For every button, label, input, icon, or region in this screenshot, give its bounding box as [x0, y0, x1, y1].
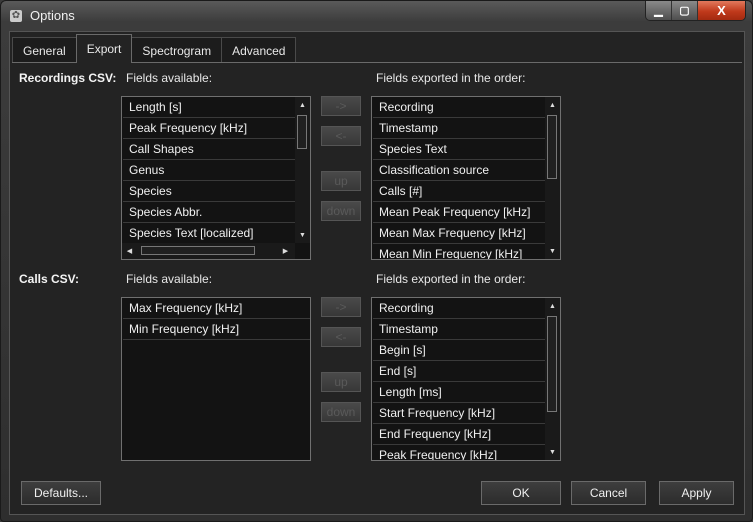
- list-item[interactable]: Mean Max Frequency [kHz]: [373, 223, 545, 244]
- apply-button[interactable]: Apply: [659, 481, 734, 505]
- vertical-scrollbar[interactable]: ▲ ▼: [545, 298, 560, 460]
- tab-spectrogram[interactable]: Spectrogram: [131, 37, 223, 63]
- list-item[interactable]: Calls [#]: [373, 181, 545, 202]
- client-area: General Export Spectrogram Advanced Reco…: [9, 31, 745, 515]
- calls-available-label: Fields available:: [126, 272, 213, 286]
- list-item[interactable]: Recording: [373, 97, 545, 118]
- scroll-down-icon[interactable]: ▼: [545, 243, 560, 259]
- tab-general[interactable]: General: [12, 37, 77, 63]
- scroll-thumb[interactable]: [547, 115, 557, 179]
- recordings-csv-label: Recordings CSV:: [19, 71, 117, 85]
- minimize-button[interactable]: ▁: [646, 1, 672, 20]
- list-item[interactable]: Length [ms]: [373, 382, 545, 403]
- scroll-up-icon[interactable]: ▲: [545, 298, 560, 314]
- recordings-exported-label: Fields exported in the order:: [376, 71, 526, 85]
- caption-buttons: ▁ ▢ X: [645, 1, 746, 21]
- scroll-left-icon[interactable]: ◀: [122, 243, 137, 259]
- list-item[interactable]: Classification source: [373, 160, 545, 181]
- cancel-button[interactable]: Cancel: [571, 481, 646, 505]
- list-item[interactable]: Timestamp: [373, 319, 545, 340]
- scroll-down-icon[interactable]: ▼: [295, 227, 310, 243]
- list-item[interactable]: Recording: [373, 298, 545, 319]
- vertical-scrollbar[interactable]: ▲ ▼: [295, 97, 310, 243]
- vertical-scrollbar[interactable]: ▲ ▼: [545, 97, 560, 259]
- list-item[interactable]: Mean Min Frequency [kHz]: [373, 244, 545, 259]
- list-item[interactable]: Species Text: [373, 139, 545, 160]
- list-item[interactable]: Mean Peak Frequency [kHz]: [373, 202, 545, 223]
- move-down-button[interactable]: down: [321, 402, 361, 422]
- list-item[interactable]: Start Frequency [kHz]: [373, 403, 545, 424]
- tab-export[interactable]: Export: [75, 34, 133, 63]
- move-down-button[interactable]: down: [321, 201, 361, 221]
- defaults-button[interactable]: Defaults...: [21, 481, 101, 505]
- list-item[interactable]: Call Shapes: [123, 139, 295, 160]
- calls-available-list[interactable]: Max Frequency [kHz] Min Frequency [kHz]: [121, 297, 311, 461]
- list-item[interactable]: Peak Frequency [kHz]: [373, 445, 545, 460]
- scroll-thumb[interactable]: [141, 246, 255, 255]
- add-field-button[interactable]: ->: [321, 297, 361, 317]
- calls-exported-label: Fields exported in the order:: [376, 272, 526, 286]
- recordings-available-label: Fields available:: [126, 71, 213, 85]
- maximize-icon: ▢: [679, 5, 690, 17]
- scroll-right-icon[interactable]: ▶: [278, 243, 293, 259]
- list-item[interactable]: End Frequency [kHz]: [373, 424, 545, 445]
- close-button[interactable]: X: [698, 1, 745, 20]
- move-up-button[interactable]: up: [321, 372, 361, 392]
- move-up-button[interactable]: up: [321, 171, 361, 191]
- maximize-button[interactable]: ▢: [672, 1, 698, 20]
- gear-icon: ✿: [10, 10, 22, 22]
- scroll-up-icon[interactable]: ▲: [545, 97, 560, 113]
- close-icon: X: [717, 3, 726, 18]
- list-item[interactable]: Species Text [localized]: [123, 223, 295, 244]
- scroll-thumb[interactable]: [297, 115, 307, 149]
- scroll-thumb[interactable]: [547, 316, 557, 412]
- recordings-available-list[interactable]: Length [s] Peak Frequency [kHz] Call Shape…: [121, 96, 311, 260]
- list-item[interactable]: Species: [123, 181, 295, 202]
- window-title: Options: [30, 8, 75, 23]
- horizontal-scrollbar[interactable]: ◀ ▶: [122, 243, 295, 259]
- list-item[interactable]: Begin [s]: [373, 340, 545, 361]
- scroll-up-icon[interactable]: ▲: [295, 97, 310, 113]
- tab-advanced[interactable]: Advanced: [221, 37, 297, 63]
- recordings-exported-list[interactable]: Recording Timestamp Species Text Classifica…: [371, 96, 561, 260]
- title-bar[interactable]: ✿ Options ▁ ▢ X: [1, 1, 752, 31]
- scroll-down-icon[interactable]: ▼: [545, 444, 560, 460]
- list-item[interactable]: Genus: [123, 160, 295, 181]
- options-window: ✿ Options ▁ ▢ X General Export Spectrogr…: [0, 0, 753, 522]
- list-item[interactable]: End [s]: [373, 361, 545, 382]
- ok-button[interactable]: OK: [481, 481, 561, 505]
- list-item[interactable]: Min Frequency [kHz]: [123, 319, 310, 340]
- calls-exported-list[interactable]: Recording Timestamp Begin [s] End [s] Length…: [371, 297, 561, 461]
- list-item[interactable]: Peak Frequency [kHz]: [123, 118, 295, 139]
- list-item[interactable]: Species Abbr.: [123, 202, 295, 223]
- calls-csv-label: Calls CSV:: [19, 272, 80, 286]
- tab-strip: General Export Spectrogram Advanced: [12, 34, 297, 63]
- add-field-button[interactable]: ->: [321, 96, 361, 116]
- minimize-icon: ▁: [654, 5, 663, 17]
- list-item[interactable]: Max Frequency [kHz]: [123, 298, 310, 319]
- remove-field-button[interactable]: <-: [321, 126, 361, 146]
- remove-field-button[interactable]: <-: [321, 327, 361, 347]
- list-item[interactable]: Timestamp: [373, 118, 545, 139]
- list-item[interactable]: Length [s]: [123, 97, 295, 118]
